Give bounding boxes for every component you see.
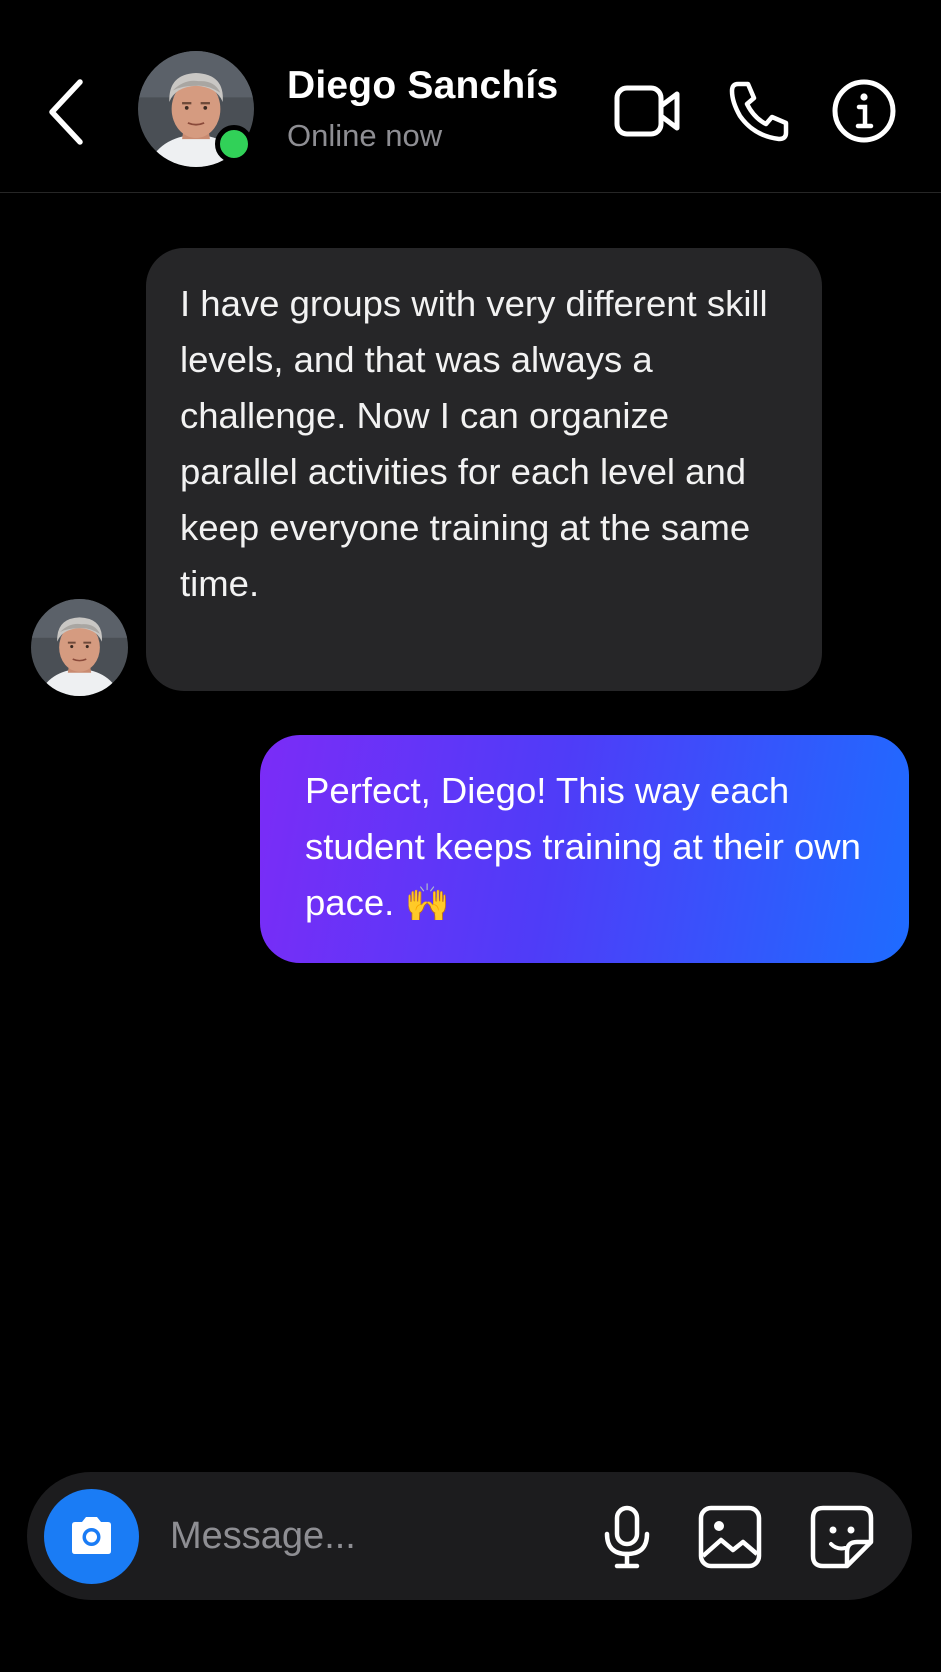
contact-avatar[interactable] [138, 51, 254, 167]
online-indicator [215, 125, 253, 163]
raising-hands-emoji: 🙌 [404, 881, 450, 924]
outgoing-message-bubble[interactable]: Perfect, Diego! This way each student ke… [260, 735, 909, 963]
info-button[interactable] [829, 76, 899, 146]
sender-avatar[interactable] [31, 599, 128, 696]
message-input[interactable] [170, 1506, 590, 1566]
voice-call-button[interactable] [724, 76, 794, 146]
message-text: I have groups with very different skill … [180, 283, 768, 604]
chat-header: Diego Sanchís Online now [0, 0, 941, 193]
sticker-button[interactable] [807, 1502, 877, 1572]
message-text: Perfect, Diego! This way each student ke… [305, 770, 861, 923]
back-button[interactable] [40, 72, 100, 152]
microphone-icon [604, 1505, 650, 1569]
gallery-button[interactable] [695, 1502, 765, 1572]
camera-icon [72, 1517, 111, 1554]
phone-icon [729, 81, 789, 142]
sticker-icon [810, 1505, 874, 1569]
contact-name[interactable]: Diego Sanchís [287, 64, 558, 108]
camera-button[interactable] [44, 1489, 139, 1584]
chevron-left-icon [49, 79, 83, 145]
voice-message-button[interactable] [592, 1502, 662, 1572]
gallery-icon [698, 1505, 762, 1569]
video-camera-icon [614, 85, 680, 137]
video-call-button[interactable] [613, 76, 683, 146]
message-composer [27, 1472, 912, 1600]
info-icon [832, 79, 896, 143]
incoming-message-bubble[interactable]: I have groups with very different skill … [146, 248, 822, 691]
contact-status: Online now [287, 118, 443, 153]
